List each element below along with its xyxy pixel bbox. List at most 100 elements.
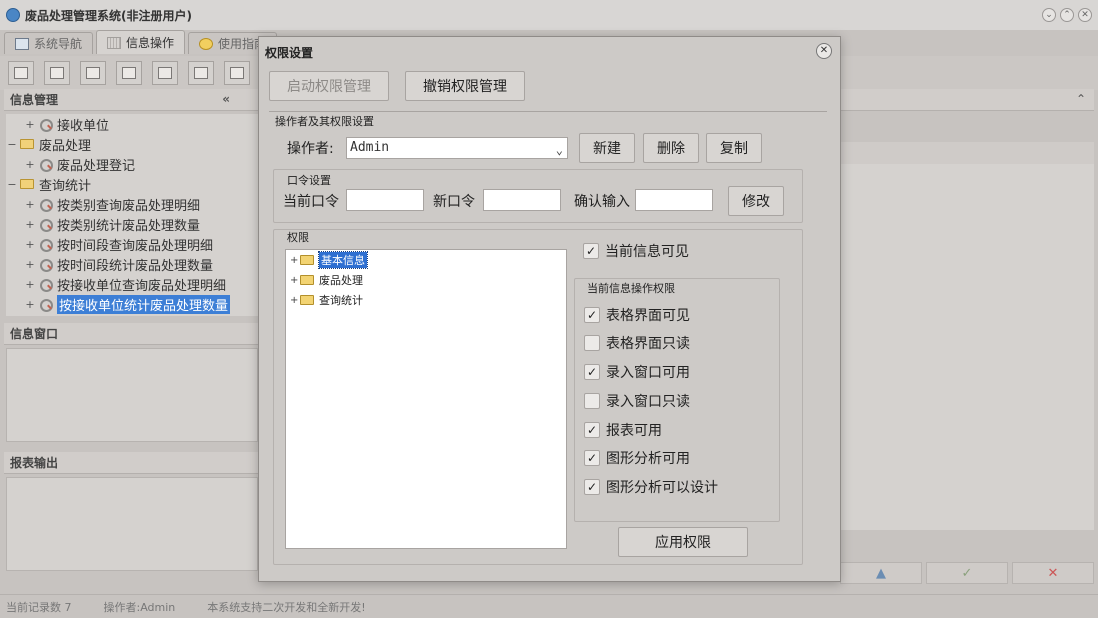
title-bar: 废品处理管理系统(非注册用户) ⌄ ⌃ ✕ <box>0 0 1098 30</box>
checkbox-icon <box>584 393 600 409</box>
chevron-down-icon: ⌄ <box>555 143 563 157</box>
checkbox-icon <box>583 243 599 259</box>
maximize-icon[interactable]: ⌃ <box>1060 8 1074 22</box>
operator-select[interactable]: Admin ⌄ <box>346 137 568 159</box>
tree-item[interactable]: + 按类别查询废品处理明细 <box>6 194 258 214</box>
status-message: 本系统支持二次开发和全新开发! <box>207 600 366 614</box>
tree-item-waste-processing[interactable]: − 废品处理 <box>6 134 258 154</box>
right-panel-header: ⌃ <box>840 89 1094 111</box>
print-icon[interactable] <box>224 61 250 85</box>
confirm-password-label: 确认输入 <box>574 194 630 210</box>
dialog-title: 权限设置 <box>265 46 314 60</box>
checkbox-report-enabled[interactable]: 报表可用 <box>584 420 662 440</box>
apply-permission-button[interactable]: 应用权限 <box>618 527 748 557</box>
cancel-icon[interactable]: ✕ <box>1012 562 1094 584</box>
expand-icon[interactable]: + <box>24 278 36 291</box>
monitor-icon <box>15 37 29 50</box>
move-up-icon[interactable]: ▲ <box>840 562 922 584</box>
tool-icon <box>38 258 53 272</box>
expand-icon[interactable]: + <box>24 298 36 311</box>
expand-icon[interactable]: + <box>24 238 36 251</box>
search-icon[interactable] <box>8 61 34 85</box>
table-icon[interactable] <box>44 61 70 85</box>
perm-tree-item-waste[interactable]: + 废品处理 <box>290 272 363 288</box>
checkbox-icon <box>584 364 600 380</box>
confirm-password-input[interactable] <box>635 189 713 211</box>
expand-icon[interactable]: + <box>24 198 36 211</box>
folder-icon <box>300 275 314 285</box>
current-password-label: 当前口令 <box>283 194 339 210</box>
close-window-icon[interactable]: ✕ <box>1078 8 1092 22</box>
tree-item-selected[interactable]: + 按接收单位统计废品处理数量 <box>6 294 258 314</box>
expand-icon[interactable]: + <box>24 258 36 271</box>
collapse-right-icon[interactable]: ⌃ <box>1076 92 1086 106</box>
permission-dialog: 权限设置 ✕ 启动权限管理 撤销权限管理 操作者及其权限设置 操作者: Admi… <box>258 36 841 582</box>
confirm-icon[interactable]: ✓ <box>926 562 1008 584</box>
minimize-icon[interactable]: ⌄ <box>1042 8 1056 22</box>
checkbox-table-readonly[interactable]: 表格界面只读 <box>584 333 690 353</box>
delete-operator-button[interactable]: 删除 <box>643 133 699 163</box>
tree-item[interactable]: + 按时间段查询废品处理明细 <box>6 234 258 254</box>
info-management-header: 信息管理 « <box>4 89 260 111</box>
enable-permission-button[interactable]: 启动权限管理 <box>269 71 389 101</box>
tool-icon <box>38 158 53 172</box>
new-operator-button[interactable]: 新建 <box>579 133 635 163</box>
perm-tree-item-basic-info[interactable]: + 基本信息 <box>290 251 368 269</box>
app-title: 废品处理管理系统(非注册用户) <box>25 8 192 23</box>
tree-item[interactable]: + 按类别统计废品处理数量 <box>6 214 258 234</box>
collapse-icon[interactable]: − <box>6 178 18 191</box>
info-window-header: 信息窗口 <box>4 323 260 345</box>
checkbox-icon <box>584 479 600 495</box>
expand-icon[interactable]: + <box>24 218 36 231</box>
perm-tree-item-query[interactable]: + 查询统计 <box>290 292 363 308</box>
info-tree: + 接收单位 − 废品处理 + 废品处理登记 − 查询统计 + 按类别查询废品处理明细 +… <box>6 114 258 316</box>
tree-item[interactable]: + 按接收单位查询废品处理明细 <box>6 274 258 294</box>
expand-icon[interactable]: + <box>290 295 300 306</box>
modify-password-button[interactable]: 修改 <box>728 186 784 216</box>
tab-system-nav[interactable]: 系统导航 <box>4 32 94 54</box>
checkbox-icon <box>584 450 600 466</box>
collapse-icon[interactable]: − <box>6 138 18 151</box>
expand-icon[interactable]: + <box>24 158 36 171</box>
new-password-input[interactable] <box>483 189 561 211</box>
folder-icon <box>20 179 34 189</box>
document-icon[interactable] <box>80 61 106 85</box>
tab-info-operation[interactable]: 信息操作 <box>96 30 186 54</box>
expand-icon[interactable]: + <box>290 255 300 266</box>
collapse-left-icon[interactable]: « <box>222 92 230 106</box>
app-logo-icon <box>6 8 20 22</box>
operator-label: 操作者: <box>287 141 334 157</box>
export-icon[interactable] <box>188 61 214 85</box>
new-password-label: 新口令 <box>433 194 475 210</box>
tree-item-receiving-unit[interactable]: + 接收单位 <box>6 114 258 134</box>
report-output-header: 报表输出 <box>4 452 260 474</box>
revoke-permission-button[interactable]: 撤销权限管理 <box>405 71 525 101</box>
right-record-toolbar: ▲ ✓ ✕ <box>840 562 1094 584</box>
record-count: 当前记录数 7 <box>6 600 72 614</box>
permission-tree: + 基本信息 + 废品处理 + 查询统计 <box>285 249 567 549</box>
users-icon[interactable] <box>116 61 142 85</box>
grid-icon <box>107 36 122 49</box>
checkbox-table-visible[interactable]: 表格界面可见 <box>584 305 690 325</box>
tree-item-query-stats[interactable]: − 查询统计 <box>6 174 258 194</box>
op-permission-group-label: 当前信息操作权限 <box>587 282 675 295</box>
window-controls: ⌄ ⌃ ✕ <box>1042 8 1092 22</box>
expand-icon[interactable]: + <box>290 275 300 286</box>
tool-icon <box>38 218 53 232</box>
checkbox-input-readonly[interactable]: 录入窗口只读 <box>584 391 690 411</box>
current-password-input[interactable] <box>346 189 424 211</box>
tool-icon <box>38 118 53 132</box>
tree-item[interactable]: + 按时间段统计废品处理数量 <box>6 254 258 274</box>
copy-operator-button[interactable]: 复制 <box>706 133 762 163</box>
current-visible-checkbox[interactable]: 当前信息可见 <box>583 241 689 261</box>
tool-icon <box>38 298 53 312</box>
tree-item-waste-registration[interactable]: + 废品处理登记 <box>6 154 258 174</box>
checkbox-graph-design[interactable]: 图形分析可以设计 <box>584 477 718 497</box>
expand-icon[interactable]: + <box>24 118 36 131</box>
folder-icon <box>300 255 314 265</box>
checkbox-input-enabled[interactable]: 录入窗口可用 <box>584 362 690 382</box>
checkbox-graph-enabled[interactable]: 图形分析可用 <box>584 448 690 468</box>
close-icon[interactable]: ✕ <box>816 43 832 59</box>
window-icon[interactable] <box>152 61 178 85</box>
checkbox-icon <box>584 307 600 323</box>
